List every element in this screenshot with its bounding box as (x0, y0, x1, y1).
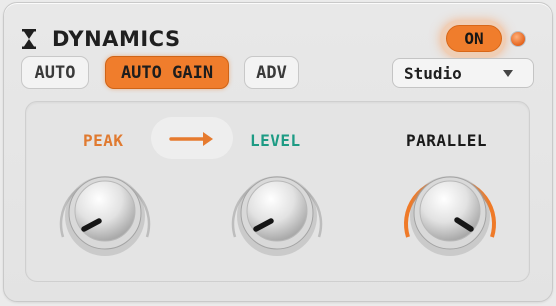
panel-title: DYNAMICS (52, 27, 181, 51)
link-arrow-pill (151, 117, 233, 159)
mode-adv-button[interactable]: ADV (244, 56, 299, 89)
power-on-button[interactable]: ON (446, 25, 502, 52)
chevron-down-icon (503, 70, 513, 77)
level-label: LEVEL (250, 131, 301, 150)
hourglass-icon (22, 29, 36, 49)
mode-auto-gain-button[interactable]: AUTO GAIN (105, 56, 229, 89)
preset-value: Studio (404, 64, 462, 83)
level-knob[interactable] (225, 167, 329, 257)
peak-knob[interactable] (53, 167, 157, 257)
parallel-knob[interactable] (398, 167, 502, 257)
power-led-indicator (510, 31, 526, 47)
arrow-right-icon (169, 132, 213, 146)
mode-auto-button[interactable]: AUTO (21, 56, 89, 89)
preset-dropdown[interactable]: Studio (392, 58, 534, 88)
panel-header: DYNAMICS (22, 26, 181, 52)
peak-label: PEAK (83, 131, 124, 150)
parallel-label: PARALLEL (406, 131, 488, 150)
